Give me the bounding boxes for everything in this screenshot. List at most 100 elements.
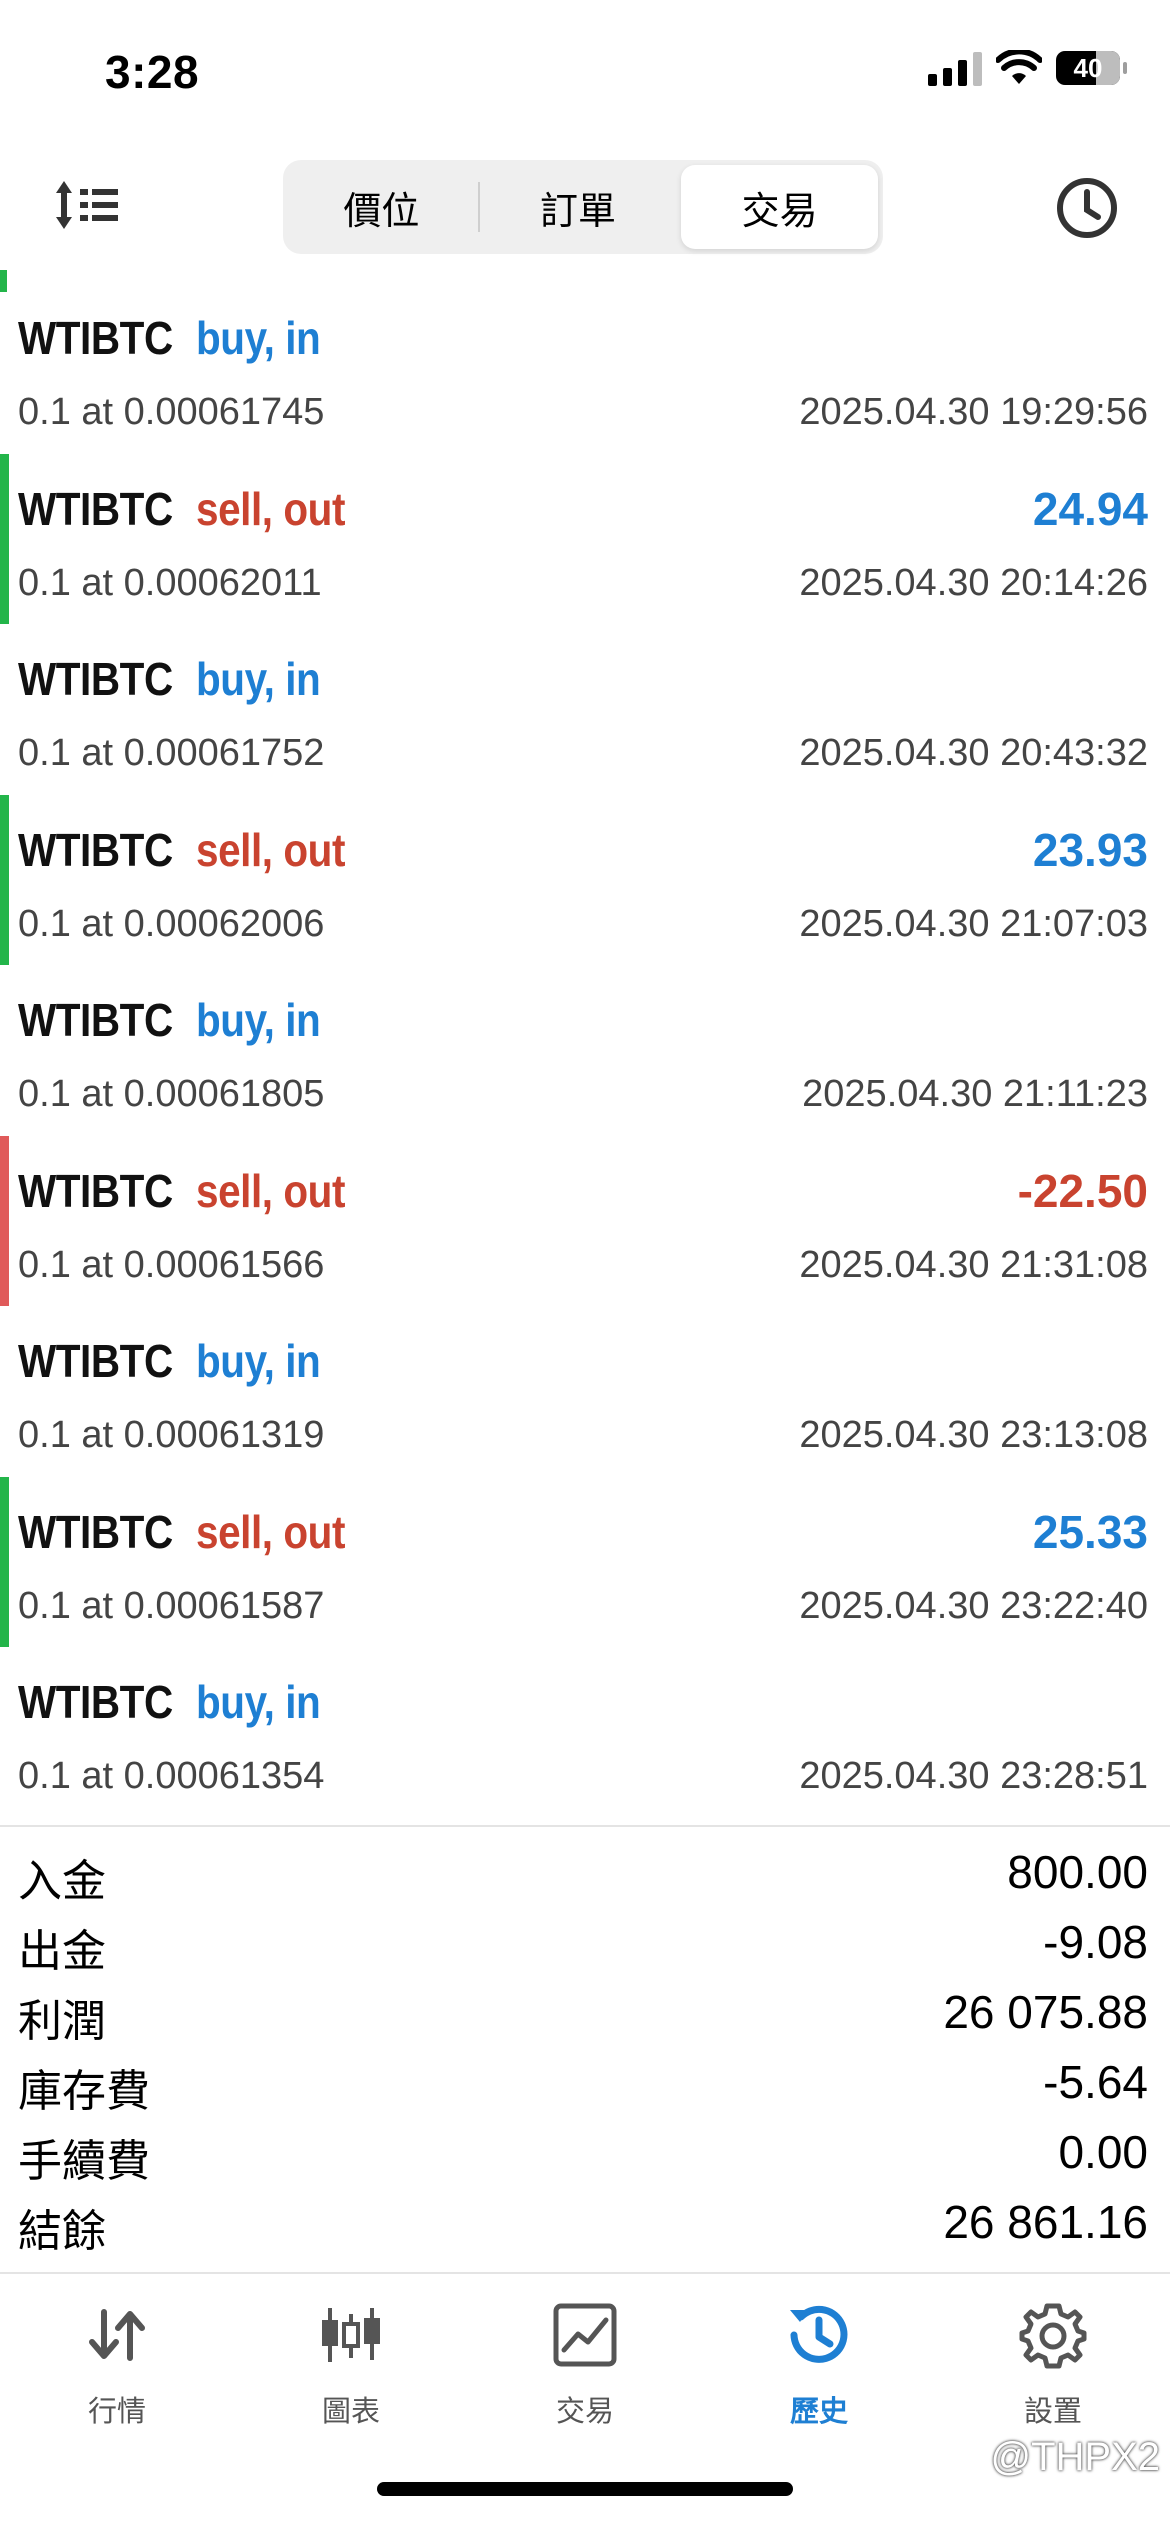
result-indicator-bar	[0, 1135, 9, 1306]
deal-datetime: 2025.04.30 19:29:56	[799, 391, 1148, 433]
tab-prices[interactable]: 價位	[283, 160, 480, 254]
deal-datetime: 2025.04.30 23:22:40	[799, 1584, 1148, 1627]
summary-label: 利潤	[18, 1996, 106, 2047]
deal-row[interactable]: WTIBTC sell, out 23.93 0.1 at 0.00062006 2…	[0, 794, 1170, 965]
deal-symbol: WTIBTC	[18, 1335, 173, 1387]
tab-deals[interactable]: 交易	[681, 165, 879, 249]
deal-row[interactable]: WTIBTC sell, out 25.33 0.1 at 0.00061587 2…	[0, 1476, 1170, 1647]
deal-row[interactable]: WTIBTC buy, in 0.1 at 0.00061752 2025.04.…	[0, 624, 1170, 795]
deal-symbol: WTIBTC	[18, 823, 173, 876]
deal-volume-price: 0.1 at 0.00061566	[18, 1243, 325, 1286]
deal-symbol: WTIBTC	[18, 653, 173, 705]
nav-label-history: 歷史	[789, 2394, 848, 2428]
deal-row[interactable]: WTIBTC buy, in 0.1 at 0.00061745 2025.04.…	[0, 283, 1170, 454]
tab-orders[interactable]: 訂單	[480, 160, 677, 254]
summary-row: 入金 800.00	[0, 1845, 1170, 1915]
nav-item-quotes[interactable]: 行情	[0, 2290, 234, 2460]
segmented-control: 價位 訂單 交易	[283, 160, 883, 254]
deal-title: WTIBTC buy, in	[18, 993, 337, 1047]
deal-type: buy, in	[196, 1676, 321, 1728]
clock-icon[interactable]	[1054, 175, 1120, 241]
trade-chart-icon	[553, 2303, 617, 2367]
deal-symbol: WTIBTC	[18, 482, 173, 535]
home-indicator[interactable]	[377, 2482, 793, 2496]
sort-icon[interactable]	[50, 175, 120, 235]
deal-symbol: WTIBTC	[18, 1164, 173, 1217]
deal-datetime: 2025.04.30 21:11:23	[802, 1073, 1148, 1115]
deal-row[interactable]: WTIBTC buy, in 0.1 at 0.00061354 2025.04.…	[0, 1647, 1170, 1818]
deal-volume-price: 0.1 at 0.00061354	[18, 1755, 325, 1797]
summary-row: 結餘 26 861.16	[0, 2195, 1170, 2265]
deal-type: buy, in	[196, 1335, 321, 1387]
deal-volume-price: 0.1 at 0.00061587	[18, 1584, 325, 1627]
nav-item-history[interactable]: 歷史	[702, 2290, 936, 2460]
summary-label: 出金	[18, 1926, 106, 1977]
status-time: 3:28	[105, 46, 200, 98]
deal-title: WTIBTC buy, in	[18, 652, 337, 706]
result-indicator-bar	[0, 794, 9, 965]
deal-title: WTIBTC sell, out	[18, 823, 365, 877]
deal-symbol: WTIBTC	[18, 1505, 173, 1558]
summary-label: 手續費	[18, 2136, 150, 2187]
summary-row: 出金 -9.08	[0, 1915, 1170, 1985]
deal-datetime: 2025.04.30 21:07:03	[799, 902, 1148, 945]
candlestick-chart-icon	[322, 2308, 380, 2362]
battery-level: 40	[1073, 52, 1103, 83]
deal-volume-price: 0.1 at 0.00062006	[18, 902, 325, 945]
nav-label-charts: 圖表	[321, 2394, 380, 2428]
result-indicator-bar	[0, 453, 9, 624]
history-icon	[790, 2305, 848, 2363]
summary-value: 26 861.16	[943, 2196, 1148, 2248]
summary-label: 結餘	[18, 2206, 106, 2257]
deal-profit: 24.94	[1032, 482, 1148, 535]
nav-label-settings: 設置	[1023, 2394, 1082, 2428]
deal-type: sell, out	[196, 1505, 346, 1558]
deal-type: buy, in	[196, 994, 321, 1046]
wifi-icon	[996, 50, 1042, 84]
deal-type: sell, out	[196, 482, 346, 535]
deal-row[interactable]: WTIBTC buy, in 0.1 at 0.00061319 2025.04.…	[0, 1306, 1170, 1477]
deal-row[interactable]: WTIBTC buy, in 0.1 at 0.00061805 2025.04.…	[0, 965, 1170, 1136]
nav-label-quotes: 行情	[87, 2394, 146, 2428]
deal-volume-price: 0.1 at 0.00061752	[18, 732, 325, 774]
deal-symbol: WTIBTC	[18, 994, 173, 1046]
deal-symbol: WTIBTC	[18, 1676, 173, 1728]
summary-divider	[0, 1825, 1170, 1827]
gear-icon	[1019, 2303, 1087, 2369]
deal-volume-price: 0.1 at 0.00062011	[18, 561, 322, 604]
nav-divider	[0, 2272, 1170, 2274]
watermark: @THPX2	[990, 2435, 1160, 2479]
deal-row[interactable]: WTIBTC sell, out 24.94 0.1 at 0.00062011 2…	[0, 453, 1170, 624]
deal-title: WTIBTC buy, in	[18, 1675, 337, 1729]
deal-profit: -22.50	[1017, 1164, 1148, 1217]
deal-type: sell, out	[196, 823, 346, 876]
status-icons: 40	[928, 50, 1127, 86]
deal-symbol: WTIBTC	[18, 312, 173, 364]
summary-value: -5.64	[1043, 2056, 1148, 2108]
deals-list: WTIBTC buy, in 0.1 at 0.00061745 2025.04.…	[0, 283, 1170, 1818]
cellular-signal-icon	[928, 50, 982, 86]
deal-title: WTIBTC buy, in	[18, 1334, 337, 1388]
deal-type: sell, out	[196, 1164, 346, 1217]
deal-title: WTIBTC sell, out	[18, 482, 365, 536]
deal-row[interactable]: WTIBTC sell, out -22.50 0.1 at 0.00061566…	[0, 1135, 1170, 1306]
deal-profit: 23.93	[1032, 823, 1148, 876]
deal-title: WTIBTC sell, out	[18, 1505, 365, 1559]
deal-volume-price: 0.1 at 0.00061805	[18, 1073, 325, 1115]
deal-profit: 25.33	[1032, 1505, 1148, 1558]
deal-title: WTIBTC sell, out	[18, 1164, 365, 1218]
quotes-icon	[89, 2309, 145, 2361]
deal-datetime: 2025.04.30 20:43:32	[799, 732, 1148, 774]
deal-volume-price: 0.1 at 0.00061745	[18, 391, 325, 433]
deal-datetime: 2025.04.30 23:13:08	[799, 1414, 1148, 1456]
summary-value: 0.00	[1058, 2126, 1148, 2178]
deal-type: buy, in	[196, 653, 321, 705]
deal-datetime: 2025.04.30 21:31:08	[799, 1243, 1148, 1286]
nav-item-charts[interactable]: 圖表	[234, 2290, 468, 2460]
deal-datetime: 2025.04.30 23:28:51	[799, 1755, 1148, 1797]
deal-type: buy, in	[196, 312, 321, 364]
result-indicator-bar	[0, 1476, 9, 1647]
nav-item-trade[interactable]: 交易	[468, 2290, 702, 2460]
summary-row: 庫存費 -5.64	[0, 2055, 1170, 2125]
summary-label: 入金	[18, 1856, 106, 1907]
